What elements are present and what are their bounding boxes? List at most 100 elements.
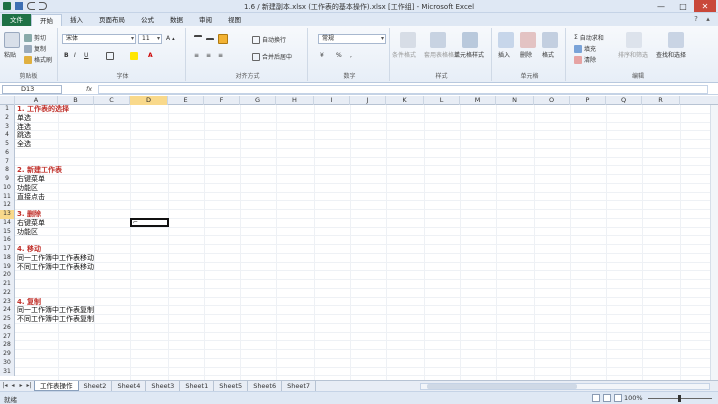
column-header-i[interactable]: I <box>314 96 350 105</box>
zoom-slider[interactable] <box>648 395 712 402</box>
column-header-o[interactable]: O <box>534 96 570 105</box>
row-header[interactable]: 17 <box>0 245 15 254</box>
row-header[interactable]: 7 <box>0 157 15 167</box>
worksheet-grid[interactable]: ABCDEFGHIJKLMNOPQR 1 1. 工作表的选择 2 单选 3 连选 4 跳选 5 全… <box>0 96 718 380</box>
row-header[interactable]: 20 <box>0 271 15 280</box>
format-cells-button[interactable]: 格式 <box>542 50 554 59</box>
cell-text[interactable]: 同一工作簿中工作表移动 <box>17 254 94 263</box>
find-select-button[interactable]: 查找和选择 <box>656 50 686 59</box>
row-header[interactable]: 4 <box>0 131 15 140</box>
column-header-q[interactable]: Q <box>606 96 642 105</box>
fill-color-button[interactable] <box>130 52 138 60</box>
last-sheet-icon[interactable]: ▸| <box>26 382 32 389</box>
column-header-m[interactable]: M <box>460 96 496 105</box>
format-painter-button[interactable]: 格式刷 <box>24 55 52 64</box>
column-header-c[interactable]: C <box>94 96 130 105</box>
cell-styles-button[interactable]: 单元格样式 <box>454 50 484 59</box>
grow-font-button[interactable]: A ▴ <box>166 35 175 42</box>
row-header[interactable]: 22 <box>0 288 15 298</box>
select-all-corner[interactable] <box>0 96 15 105</box>
column-header-a[interactable]: A <box>15 96 58 105</box>
cell-text[interactable]: 直接点击 <box>17 193 45 202</box>
cell-text[interactable]: 连选 <box>17 123 31 132</box>
tab-page-layout[interactable]: 页面布局 <box>91 14 133 26</box>
scroll-thumb[interactable] <box>427 384 577 389</box>
conditional-format-button[interactable]: 条件格式 <box>392 50 416 59</box>
page-break-view-icon[interactable] <box>614 394 622 402</box>
tab-view[interactable]: 视图 <box>220 14 249 26</box>
column-header-j[interactable]: J <box>350 96 386 105</box>
align-center-button[interactable]: ≡ <box>206 52 211 59</box>
row-header[interactable]: 26 <box>0 323 15 333</box>
column-header-l[interactable]: L <box>424 96 460 105</box>
column-header-k[interactable]: K <box>386 96 424 105</box>
row-header[interactable]: 15 <box>0 227 15 237</box>
row-header[interactable]: 31 <box>0 367 15 377</box>
row-header[interactable]: 28 <box>0 341 15 350</box>
row-header[interactable]: 1 <box>0 105 15 114</box>
zoom-knob[interactable] <box>678 395 681 402</box>
align-right-button[interactable]: ≡ <box>218 52 223 59</box>
paste-icon[interactable] <box>4 32 20 48</box>
sheet-tab-5[interactable]: Sheet5 <box>214 381 249 391</box>
column-header-e[interactable]: E <box>168 96 204 105</box>
column-header-d[interactable]: D <box>130 96 168 105</box>
row-header[interactable]: 25 <box>0 315 15 324</box>
row-header[interactable]: 9 <box>0 175 15 184</box>
row-header[interactable]: 23 <box>0 297 15 307</box>
row-header[interactable]: 14 <box>0 218 15 228</box>
row-header[interactable]: 2 <box>0 113 15 123</box>
sort-filter-button[interactable]: 排序和筛选 <box>618 50 648 59</box>
minimize-button[interactable]: — <box>650 0 672 12</box>
align-left-button[interactable]: ≡ <box>194 52 199 59</box>
sheet-tab-7[interactable]: Sheet7 <box>282 381 317 391</box>
normal-view-icon[interactable] <box>592 394 600 402</box>
tab-review[interactable]: 审阅 <box>191 14 220 26</box>
wrap-text-button[interactable]: 自动换行 <box>252 35 286 44</box>
fx-icon[interactable]: fx <box>86 85 92 93</box>
percent-button[interactable]: % <box>336 52 342 59</box>
tab-formulas[interactable]: 公式 <box>133 14 162 26</box>
cell-text[interactable]: 右键菜单 <box>17 175 45 184</box>
font-name-select[interactable]: 宋体 <box>62 34 136 44</box>
tab-file[interactable]: 文件 <box>2 14 31 26</box>
borders-button[interactable] <box>106 52 114 60</box>
paste-button[interactable]: 粘贴 <box>4 50 16 59</box>
cell-text[interactable]: 右键菜单 <box>17 219 45 228</box>
align-top-button[interactable] <box>194 35 202 43</box>
cell-text[interactable]: 功能区 <box>17 184 38 193</box>
sheet-tab-0[interactable]: 工作表操作 <box>34 381 79 391</box>
cell-text[interactable]: 同一工作簿中工作表复制 <box>17 306 94 315</box>
insert-cells-button[interactable]: 插入 <box>498 50 510 59</box>
vertical-scrollbar[interactable] <box>710 105 718 380</box>
minimize-ribbon-icon[interactable]: ▴ <box>704 15 712 23</box>
tab-data[interactable]: 数据 <box>162 14 191 26</box>
row-header[interactable]: 18 <box>0 253 15 263</box>
autosum-button[interactable]: Σ 自动求和 <box>574 33 604 42</box>
cell-text[interactable]: 单选 <box>17 114 31 123</box>
row-header[interactable]: 5 <box>0 140 15 149</box>
column-header-g[interactable]: G <box>240 96 276 105</box>
tab-home[interactable]: 开始 <box>31 14 62 26</box>
sheet-tab-1[interactable]: Sheet2 <box>79 381 113 391</box>
close-button[interactable]: ✕ <box>694 0 716 12</box>
align-middle-button[interactable] <box>206 35 214 41</box>
cell-text[interactable]: 功能区 <box>17 228 38 237</box>
number-format-select[interactable]: 常规 <box>318 34 386 44</box>
currency-button[interactable]: ¥ <box>320 52 324 59</box>
cut-button[interactable]: 剪切 <box>24 33 46 42</box>
horizontal-scrollbar[interactable] <box>420 383 710 390</box>
section-heading-cell[interactable]: 3. 删除 <box>17 210 41 219</box>
section-heading-cell[interactable]: 2. 新建工作表 <box>17 166 62 175</box>
row-header[interactable]: 6 <box>0 148 15 158</box>
row-header[interactable]: 21 <box>0 280 15 289</box>
help-icon[interactable]: ? <box>692 15 700 23</box>
clear-button[interactable]: 清除 <box>574 55 596 64</box>
fill-button[interactable]: 填充 <box>574 44 596 53</box>
row-header[interactable]: 16 <box>0 236 15 245</box>
sheet-tab-6[interactable]: Sheet6 <box>248 381 283 391</box>
column-header-n[interactable]: N <box>496 96 534 105</box>
row-header[interactable]: 12 <box>0 201 15 210</box>
tab-insert[interactable]: 插入 <box>62 14 91 26</box>
column-header-r[interactable]: R <box>642 96 680 105</box>
